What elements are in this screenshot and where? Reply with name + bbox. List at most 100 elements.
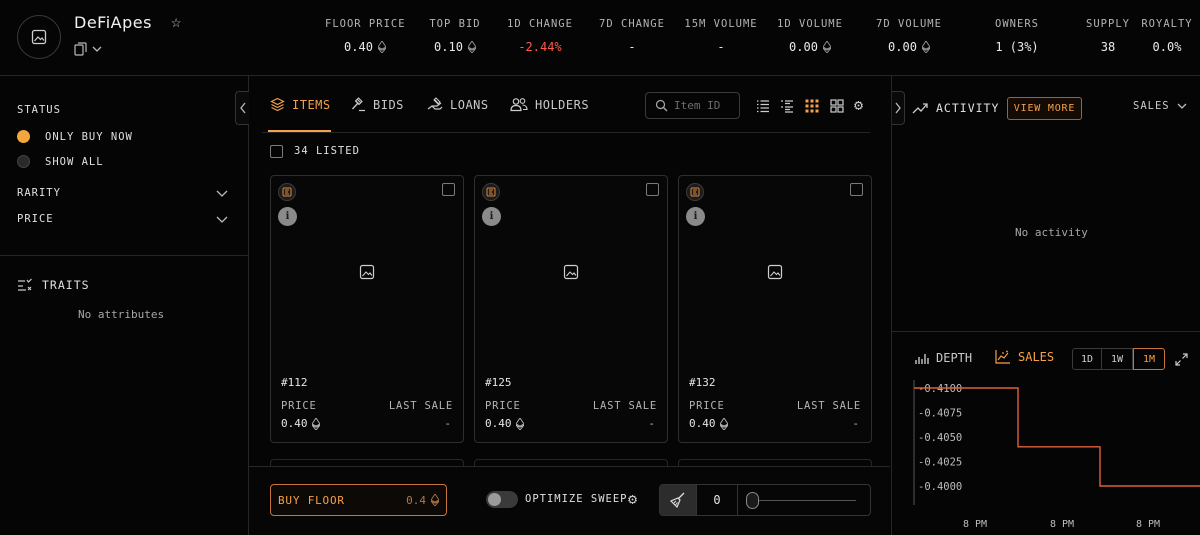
card-select-checkbox[interactable]: [850, 183, 863, 196]
view-more-button[interactable]: VIEW MORE: [1007, 97, 1082, 120]
chevron-left-icon[interactable]: [239, 102, 247, 114]
only-buy-now-radio[interactable]: ONLY BUY NOW: [17, 130, 133, 143]
chevron-down-icon[interactable]: [215, 186, 229, 200]
image-placeholder-icon: [563, 264, 579, 280]
tab-sales[interactable]: SALES: [995, 349, 1054, 364]
stat-floor-price: FLOOR PRICE 0.40: [325, 18, 405, 54]
eth-icon: [311, 417, 320, 430]
info-icon[interactable]: i: [686, 207, 705, 226]
stat-value: 0.0%: [1152, 40, 1182, 54]
collection-title: DeFiApes: [74, 13, 152, 32]
tab-bids[interactable]: BIDS: [351, 97, 404, 112]
last-sale-label: LAST SALE: [796, 400, 861, 412]
nft-card[interactable]: i #132 PRICE LAST SALE 0.40 -: [678, 175, 872, 443]
dense-grid-view-icon[interactable]: [805, 99, 819, 113]
collapse-sidebar-button[interactable]: [235, 91, 249, 125]
sales-chart-icon: [995, 350, 1010, 364]
stat-15m-volume: 15M VOLUME -: [681, 18, 761, 54]
radio-selected-icon[interactable]: [17, 130, 30, 143]
card-select-checkbox[interactable]: [442, 183, 455, 196]
buy-floor-button[interactable]: BUY FLOOR 0.4: [270, 484, 447, 516]
grid-view-icon[interactable]: [830, 99, 844, 113]
stat-royalty: ROYALTY 0.0%: [1127, 18, 1200, 54]
stat-value: -: [628, 40, 636, 54]
last-sale-label: LAST SALE: [592, 400, 657, 412]
chevron-down-icon[interactable]: [1176, 100, 1188, 112]
chevron-down-icon[interactable]: [91, 43, 103, 55]
card-select-checkbox[interactable]: [646, 183, 659, 196]
eth-icon: [467, 41, 476, 53]
show-all-radio[interactable]: SHOW ALL: [17, 155, 104, 168]
stat-top-bid: TOP BID 0.10: [415, 18, 495, 54]
optimize-sweep-toggle[interactable]: [486, 491, 518, 508]
users-icon: [510, 98, 528, 112]
loan-hand-icon: [427, 97, 443, 110]
chevron-down-icon[interactable]: [215, 212, 229, 226]
price-label: PRICE: [485, 400, 521, 412]
marketplace-badge-icon: [482, 183, 500, 201]
favorite-star-icon[interactable]: ☆: [171, 12, 181, 32]
image-placeholder-icon: [767, 264, 783, 280]
x-tick-label: 8 PM: [963, 519, 987, 530]
detailed-list-view-icon[interactable]: [780, 99, 794, 113]
eth-icon: [515, 417, 524, 430]
settings-gear-icon[interactable]: ⚙: [854, 96, 863, 114]
copy-icon[interactable]: [74, 42, 87, 56]
sales-chart: -0.4100 -0.4075 -0.4050 -0.4025 -0.4000 8 PM 8…: [913, 380, 1200, 530]
gavel-icon: [352, 97, 365, 112]
stat-label: ROYALTY: [1141, 18, 1193, 30]
x-tick-label: 8 PM: [1136, 519, 1160, 530]
x-tick-label: 8 PM: [1050, 519, 1074, 530]
broom-sweep-button[interactable]: [660, 485, 697, 515]
token-number: #112: [281, 376, 308, 389]
list-view-icon[interactable]: [756, 99, 770, 113]
sweep-slider[interactable]: [738, 485, 870, 515]
stat-1d-volume: 1D VOLUME 0.00: [770, 18, 850, 54]
stat-label: 1D CHANGE: [507, 18, 573, 30]
price-value: 0.40: [485, 417, 524, 430]
copy-address-dropdown[interactable]: [74, 42, 103, 56]
marketplace-badge-icon: [686, 183, 704, 201]
slider-handle[interactable]: [746, 492, 759, 509]
sweep-control: 0: [659, 484, 871, 516]
tab-depth[interactable]: DEPTH: [914, 351, 972, 365]
tab-loans[interactable]: LOANS: [427, 97, 489, 112]
timeframe-1d[interactable]: 1D: [1072, 348, 1102, 370]
item-id-search[interactable]: [645, 92, 740, 119]
token-number: #125: [485, 376, 512, 389]
stat-label: 7D VOLUME: [876, 18, 942, 30]
stat-value: 0.00: [869, 40, 949, 54]
timeframe-1w[interactable]: 1W: [1102, 348, 1133, 370]
expand-icon[interactable]: [1175, 353, 1188, 366]
no-attributes-text: No attributes: [78, 308, 165, 321]
price-filter-label[interactable]: PRICE: [17, 213, 54, 225]
info-icon[interactable]: i: [482, 207, 501, 226]
collapse-activity-button[interactable]: [891, 91, 905, 125]
sweep-settings-gear-icon[interactable]: ⚙: [628, 490, 637, 508]
activity-filter-dropdown[interactable]: SALES: [1133, 100, 1188, 112]
stat-7d-change: 7D CHANGE -: [592, 18, 672, 54]
nft-card[interactable]: i #112 PRICE LAST SALE 0.40 -: [270, 175, 464, 443]
price-label: PRICE: [689, 400, 725, 412]
token-number: #132: [689, 376, 716, 389]
stat-value: 1 (3%): [995, 40, 1039, 54]
nft-card[interactable]: i #125 PRICE LAST SALE 0.40 -: [474, 175, 668, 443]
no-activity-text: No activity: [1015, 226, 1088, 239]
rarity-filter-label[interactable]: RARITY: [17, 187, 61, 199]
tab-holders[interactable]: HOLDERS: [510, 97, 589, 112]
radio-unselected-icon[interactable]: [17, 155, 30, 168]
toggle-knob: [488, 493, 501, 506]
select-all-checkbox[interactable]: [270, 145, 283, 158]
sweep-count-input[interactable]: 0: [697, 485, 738, 515]
status-heading: STATUS: [17, 104, 61, 116]
chevron-right-icon[interactable]: [894, 102, 902, 114]
tab-items[interactable]: ITEMS: [270, 97, 331, 112]
last-sale-label: LAST SALE: [388, 400, 453, 412]
info-icon[interactable]: i: [278, 207, 297, 226]
timeframe-1m[interactable]: 1M: [1133, 348, 1165, 370]
search-input[interactable]: [674, 99, 734, 112]
bar-chart-icon: [915, 353, 929, 364]
stat-label: 1D VOLUME: [777, 18, 843, 30]
stat-value: 0.40: [325, 40, 405, 54]
last-sale-value: -: [852, 417, 859, 430]
